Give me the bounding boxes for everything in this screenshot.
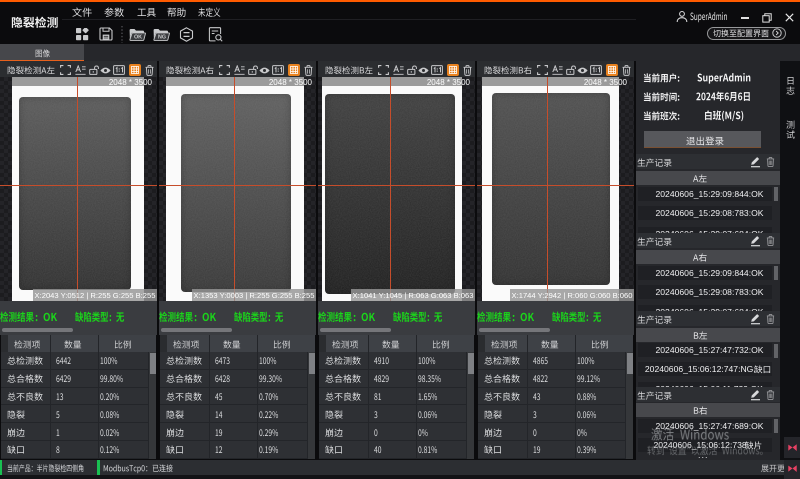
- svg-text:NG: NG: [158, 35, 166, 41]
- svg-text:OK: OK: [134, 35, 142, 41]
